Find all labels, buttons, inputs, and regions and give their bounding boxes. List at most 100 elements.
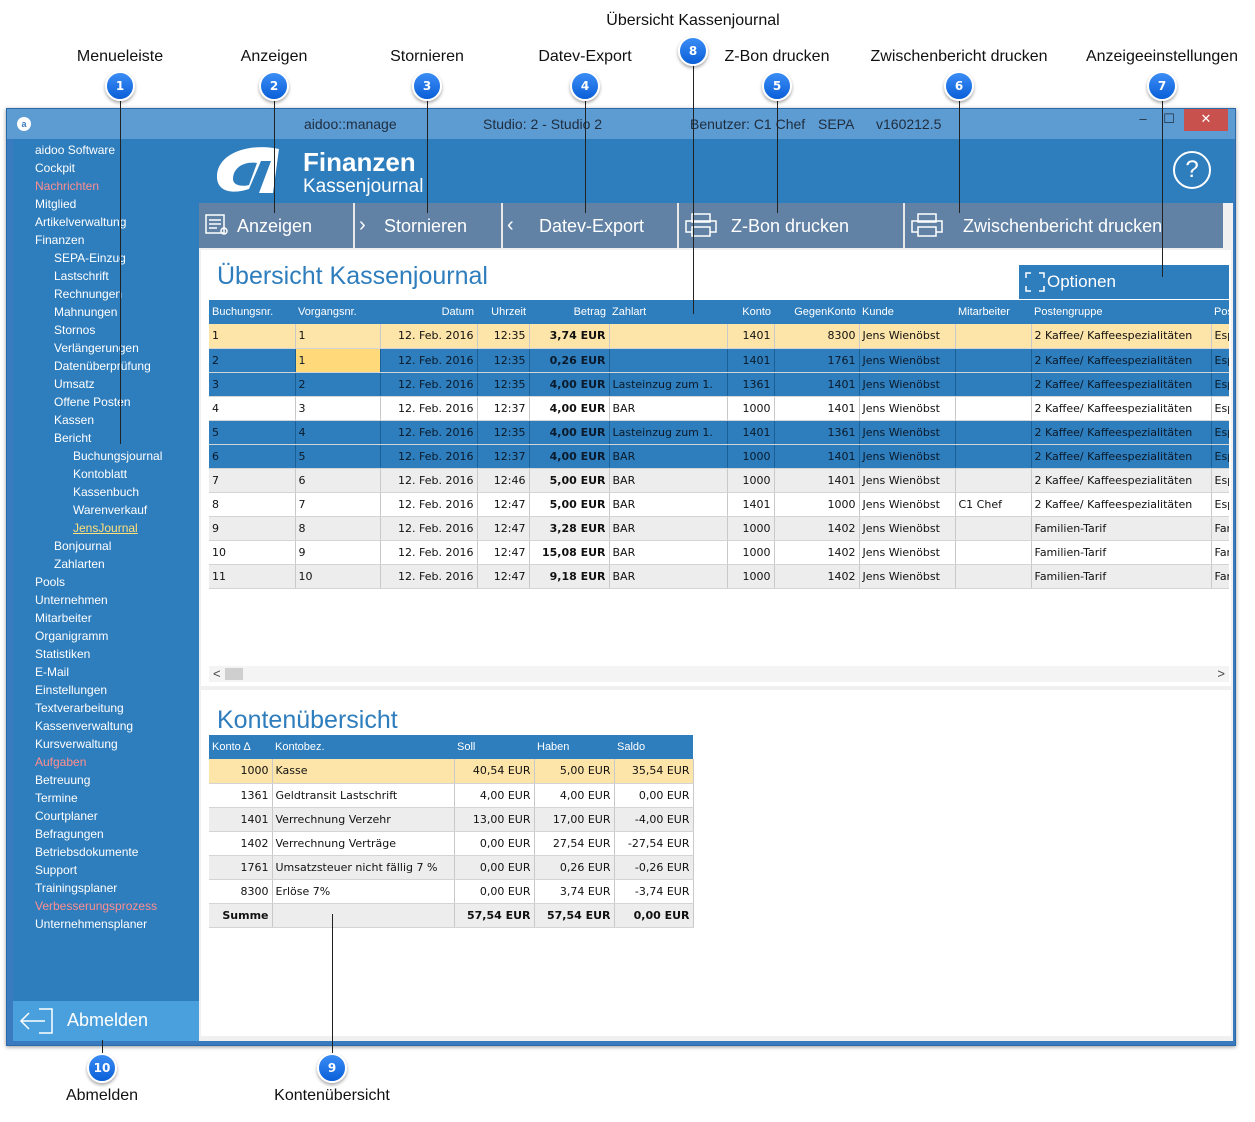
journal-cell[interactable]: Lasteinzug zum 1. — [609, 372, 728, 397]
journal-cell[interactable]: Jens Wienöbst — [859, 492, 956, 517]
journal-column-header[interactable]: Konto — [727, 300, 774, 324]
journal-cell[interactable]: 2 Kaffee/ Kaffeespezialitäten — [1031, 372, 1212, 397]
close-button[interactable]: ✕ — [1184, 109, 1228, 131]
sidebar-item[interactable]: Kontoblatt — [73, 467, 127, 481]
journal-cell[interactable]: 0,26 EUR — [529, 348, 610, 373]
journal-cell[interactable] — [955, 468, 1032, 493]
journal-cell[interactable] — [955, 420, 1032, 445]
journal-cell[interactable]: 1361 — [727, 372, 775, 397]
journal-row[interactable]: 7 6 12. Feb. 2016 12:46 5,00 EUR BAR 1000 1401 J… — [209, 468, 1229, 493]
journal-cell[interactable]: 6 — [295, 468, 381, 493]
journal-cell[interactable]: 5,00 EUR — [529, 468, 610, 493]
journal-cell[interactable]: Familien-Tarif — [1031, 564, 1212, 589]
journal-cell[interactable]: 8 — [295, 516, 381, 541]
journal-cell[interactable]: 2 — [209, 348, 296, 373]
journal-cell[interactable]: 1401 — [774, 372, 860, 397]
journal-cell[interactable]: 3,74 EUR — [529, 324, 610, 349]
sidebar-item[interactable]: Einstellungen — [35, 683, 107, 697]
journal-cell[interactable]: 1401 — [774, 444, 860, 469]
scroll-left-arrow[interactable]: < — [213, 666, 221, 681]
journal-cell[interactable]: BAR — [609, 444, 728, 469]
sidebar-item[interactable]: Bericht — [54, 431, 91, 445]
journal-cell[interactable]: 1402 — [774, 516, 860, 541]
journal-cell[interactable]: Far — [1211, 540, 1229, 565]
journal-cell[interactable]: 1402 — [774, 564, 860, 589]
journal-row[interactable]: 6 5 12. Feb. 2016 12:37 4,00 EUR BAR 1000 1401 J… — [209, 444, 1229, 469]
journal-cell[interactable]: 9 — [295, 540, 381, 565]
journal-cell[interactable]: 2 Kaffee/ Kaffeespezialitäten — [1031, 468, 1212, 493]
journal-cell[interactable]: 6 — [209, 444, 296, 469]
journal-cell[interactable]: 1761 — [774, 348, 860, 373]
journal-cell[interactable]: 1 — [209, 324, 296, 349]
sidebar-item[interactable]: Stornos — [54, 323, 95, 337]
accounts-column-header[interactable]: Haben — [534, 735, 614, 759]
journal-cell[interactable]: Familien-Tarif — [1031, 540, 1212, 565]
journal-column-header[interactable]: Buchungsnr. — [209, 300, 295, 324]
journal-cell[interactable]: 12. Feb. 2016 — [380, 396, 478, 421]
accounts-row[interactable]: 1761 Umsatzsteuer nicht fällig 7 % 0,00 EU… — [209, 855, 694, 880]
journal-cell[interactable]: 15,08 EUR — [529, 540, 610, 565]
sidebar-item[interactable]: E-Mail — [35, 665, 69, 679]
journal-cell[interactable]: 4,00 EUR — [529, 420, 610, 445]
journal-cell[interactable] — [955, 564, 1032, 589]
scroll-right-arrow[interactable]: > — [1217, 666, 1225, 681]
accounts-row[interactable]: 1361 Geldtransit Lastschrift 4,00 EUR 4,00 … — [209, 783, 694, 808]
journal-cell[interactable]: 2 Kaffee/ Kaffeespezialitäten — [1031, 396, 1212, 421]
journal-cell[interactable] — [609, 324, 728, 349]
journal-cell[interactable]: 8300 — [774, 324, 860, 349]
accounts-column-header[interactable]: Saldo — [614, 735, 693, 759]
journal-cell[interactable]: 12:37 — [477, 444, 530, 469]
journal-column-header[interactable]: Kunde — [859, 300, 955, 324]
journal-cell[interactable]: Jens Wienöbst — [859, 540, 956, 565]
sidebar-item[interactable]: Umsatz — [54, 377, 95, 391]
journal-cell[interactable] — [955, 324, 1032, 349]
journal-cell[interactable]: 1000 — [727, 396, 775, 421]
journal-cell[interactable]: 5,00 EUR — [529, 492, 610, 517]
journal-cell[interactable]: 12. Feb. 2016 — [380, 540, 478, 565]
sidebar-item[interactable]: Lastschrift — [54, 269, 109, 283]
journal-column-header[interactable]: Mitarbeiter — [955, 300, 1031, 324]
journal-cell[interactable] — [955, 396, 1032, 421]
sidebar-item[interactable]: Mahnungen — [54, 305, 117, 319]
sidebar-item[interactable]: Statistiken — [35, 647, 90, 661]
journal-row[interactable]: 11 10 12. Feb. 2016 12:47 9,18 EUR BAR 1000 140… — [209, 564, 1229, 589]
journal-cell[interactable]: Jens Wienöbst — [859, 420, 956, 445]
journal-cell[interactable]: 7 — [209, 468, 296, 493]
journal-cell[interactable] — [955, 348, 1032, 373]
journal-cell[interactable]: 1401 — [727, 420, 775, 445]
journal-cell[interactable]: 12:46 — [477, 468, 530, 493]
accounts-row[interactable]: 1402 Verrechnung Verträge 0,00 EUR 27,54 EU… — [209, 831, 694, 856]
journal-cell[interactable]: 12:47 — [477, 540, 530, 565]
journal-column-header[interactable]: Uhrzeit — [477, 300, 529, 324]
accounts-row[interactable]: 8300 Erlöse 7% 0,00 EUR 3,74 EUR -3,74 EUR — [209, 879, 694, 904]
journal-cell[interactable]: 1 — [295, 348, 381, 373]
sidebar-item[interactable]: Nachrichten — [35, 179, 99, 193]
sidebar-item[interactable]: Mitglied — [35, 197, 76, 211]
journal-cell[interactable]: 1000 — [727, 564, 775, 589]
sidebar-item[interactable]: Kursverwaltung — [35, 737, 118, 751]
journal-cell[interactable]: 12. Feb. 2016 — [380, 516, 478, 541]
journal-column-header[interactable]: Betrag — [529, 300, 609, 324]
journal-cell[interactable]: BAR — [609, 468, 728, 493]
journal-cell[interactable]: 4 — [209, 396, 296, 421]
sidebar-item[interactable]: Artikelverwaltung — [35, 215, 126, 229]
journal-cell[interactable]: Far — [1211, 516, 1229, 541]
sidebar-item[interactable]: Kassen — [54, 413, 94, 427]
journal-column-header[interactable]: GegenKonto — [774, 300, 859, 324]
sidebar-item[interactable]: Courtplaner — [35, 809, 98, 823]
journal-cell[interactable]: 12. Feb. 2016 — [380, 492, 478, 517]
optionen-button[interactable]: Optionen — [1019, 265, 1229, 299]
maximize-button[interactable]: ☐ — [1152, 109, 1186, 131]
accounts-row[interactable]: 1000 Kasse 40,54 EUR 5,00 EUR 35,54 EUR — [209, 759, 694, 784]
journal-cell[interactable]: 2 Kaffee/ Kaffeespezialitäten — [1031, 420, 1212, 445]
journal-cell[interactable]: 1000 — [774, 492, 860, 517]
journal-cell[interactable]: BAR — [609, 492, 728, 517]
journal-row[interactable]: 4 3 12. Feb. 2016 12:37 4,00 EUR BAR 1000 1401 J… — [209, 396, 1229, 421]
journal-cell[interactable] — [955, 516, 1032, 541]
sidebar-item[interactable]: Mitarbeiter — [35, 611, 92, 625]
sidebar-item[interactable]: Unternehmensplaner — [35, 917, 147, 931]
sidebar-item[interactable]: SEPA-Einzug — [54, 251, 126, 265]
accounts-column-header[interactable]: Konto ∆ — [209, 735, 272, 759]
journal-cell[interactable]: 12. Feb. 2016 — [380, 348, 478, 373]
journal-column-header[interactable]: Pos — [1211, 300, 1229, 324]
